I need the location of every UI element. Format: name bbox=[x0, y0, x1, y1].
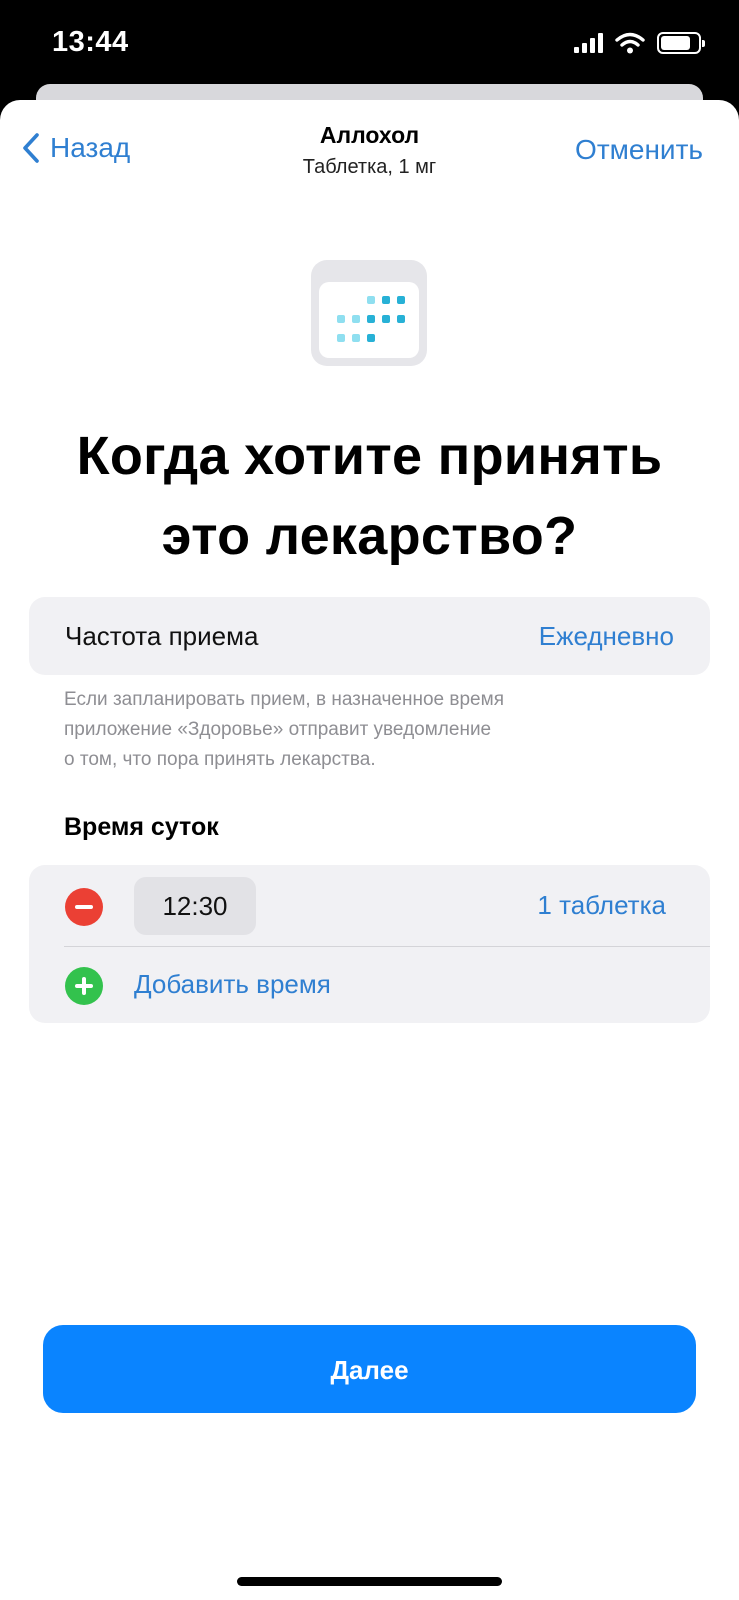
times-list: 12:30 1 таблетка Добавить время bbox=[29, 865, 710, 1023]
page-title-line-2: это лекарство? bbox=[161, 506, 578, 566]
frequency-label: Частота приема bbox=[65, 621, 259, 651]
home-indicator[interactable] bbox=[237, 1577, 502, 1586]
time-row: 12:30 1 таблетка bbox=[29, 865, 710, 946]
calendar-dot bbox=[367, 296, 375, 304]
frequency-row[interactable]: Частота приема Ежедневно bbox=[29, 597, 710, 675]
wifi-icon bbox=[615, 32, 645, 54]
schedule-footnote: Если запланировать прием, в назначенное … bbox=[64, 685, 684, 775]
back-button[interactable]: Назад bbox=[22, 132, 130, 164]
cancel-button[interactable]: Отменить bbox=[575, 134, 703, 166]
calendar-dot bbox=[382, 315, 390, 323]
footnote-line-1: Если запланировать прием, в назначенное … bbox=[64, 689, 504, 710]
remove-time-button[interactable] bbox=[65, 888, 103, 926]
cellular-signal-icon bbox=[574, 33, 603, 53]
status-icons bbox=[574, 32, 705, 54]
footnote-line-3: о том, что пора принять лекарства. bbox=[64, 749, 376, 770]
calendar-dot bbox=[367, 334, 375, 342]
calendar-dot bbox=[382, 296, 390, 304]
calendar-icon bbox=[311, 260, 427, 366]
page-title-line-1: Когда хотите принять bbox=[76, 426, 663, 486]
calendar-dot bbox=[397, 315, 405, 323]
time-of-day-title: Время суток bbox=[64, 813, 219, 841]
footnote-line-2: приложение «Здоровье» отправит уведомлен… bbox=[64, 719, 492, 740]
chevron-left-icon bbox=[23, 133, 39, 163]
calendar-dot bbox=[352, 315, 360, 323]
status-bar: 13:44 bbox=[0, 0, 739, 90]
calendar-dot bbox=[352, 334, 360, 342]
add-time-button[interactable] bbox=[65, 967, 103, 1005]
calendar-face bbox=[319, 282, 419, 358]
next-button[interactable]: Далее bbox=[43, 1325, 696, 1413]
plus-icon-stem bbox=[82, 977, 86, 995]
battery-level bbox=[661, 36, 690, 50]
time-picker[interactable]: 12:30 bbox=[134, 877, 256, 935]
add-time-label[interactable]: Добавить время bbox=[134, 969, 331, 1000]
schedule-sheet: Назад Аллохол Таблетка, 1 мг Отменить Ко… bbox=[0, 100, 739, 1600]
battery-icon bbox=[657, 32, 705, 54]
dose-value[interactable]: 1 таблетка bbox=[537, 890, 666, 921]
back-label: Назад bbox=[50, 132, 131, 163]
minus-icon bbox=[75, 905, 93, 909]
calendar-dot bbox=[337, 315, 345, 323]
status-time: 13:44 bbox=[52, 26, 129, 58]
add-time-row[interactable]: Добавить время bbox=[29, 947, 710, 1023]
calendar-dot bbox=[367, 315, 375, 323]
frequency-value: Ежедневно bbox=[538, 621, 674, 651]
calendar-dot bbox=[337, 334, 345, 342]
page-title: Когда хотите принять это лекарство? bbox=[20, 416, 719, 576]
calendar-dot bbox=[397, 296, 405, 304]
